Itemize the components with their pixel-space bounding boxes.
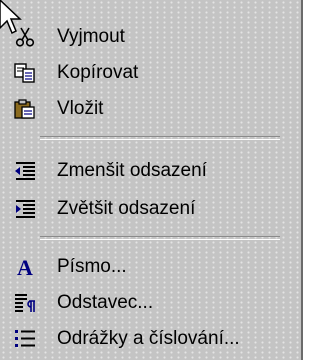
menu-item-label: Kopírovat [57,62,139,83]
menu-item-bullets-numbering[interactable]: Odrážky a číslování... [0,322,300,356]
paragraph-icon [15,294,35,312]
context-menu: Vyjmout Kopírovat Vložit Zmenšit odsazen… [0,0,303,360]
menu-item-label: Vložit [57,98,104,119]
menu-separator [40,236,280,240]
menu-item-label: Vyjmout [57,26,125,47]
font-icon: A [17,257,33,277]
menu-item-cut[interactable]: Vyjmout [0,20,300,54]
decrease-indent-icon [15,162,35,180]
paste-icon [14,99,35,119]
increase-indent-icon [16,200,35,218]
menu-item-label: Odrážky a číslování... [57,328,240,349]
mouse-pointer-icon [0,0,22,35]
menu-item-increase-indent[interactable]: Zvětšit odsazení [0,192,300,226]
menu-item-paragraph[interactable]: Odstavec... [0,286,300,320]
menu-item-label: Písmo... [57,256,127,277]
menu-item-copy[interactable]: Kopírovat [0,56,300,90]
menu-item-label: Zvětšit odsazení [57,198,196,219]
menu-separator [40,136,280,140]
menu-item-label: Zmenšit odsazení [57,160,207,181]
copy-icon [14,63,35,83]
svg-text:A: A [17,257,33,277]
menu-item-font[interactable]: A Písmo... [0,250,300,284]
menu-item-decrease-indent[interactable]: Zmenšit odsazení [0,154,300,188]
menu-item-paste[interactable]: Vložit [0,92,300,126]
bullets-numbering-icon [15,330,35,347]
menu-item-label: Odstavec... [57,292,154,313]
